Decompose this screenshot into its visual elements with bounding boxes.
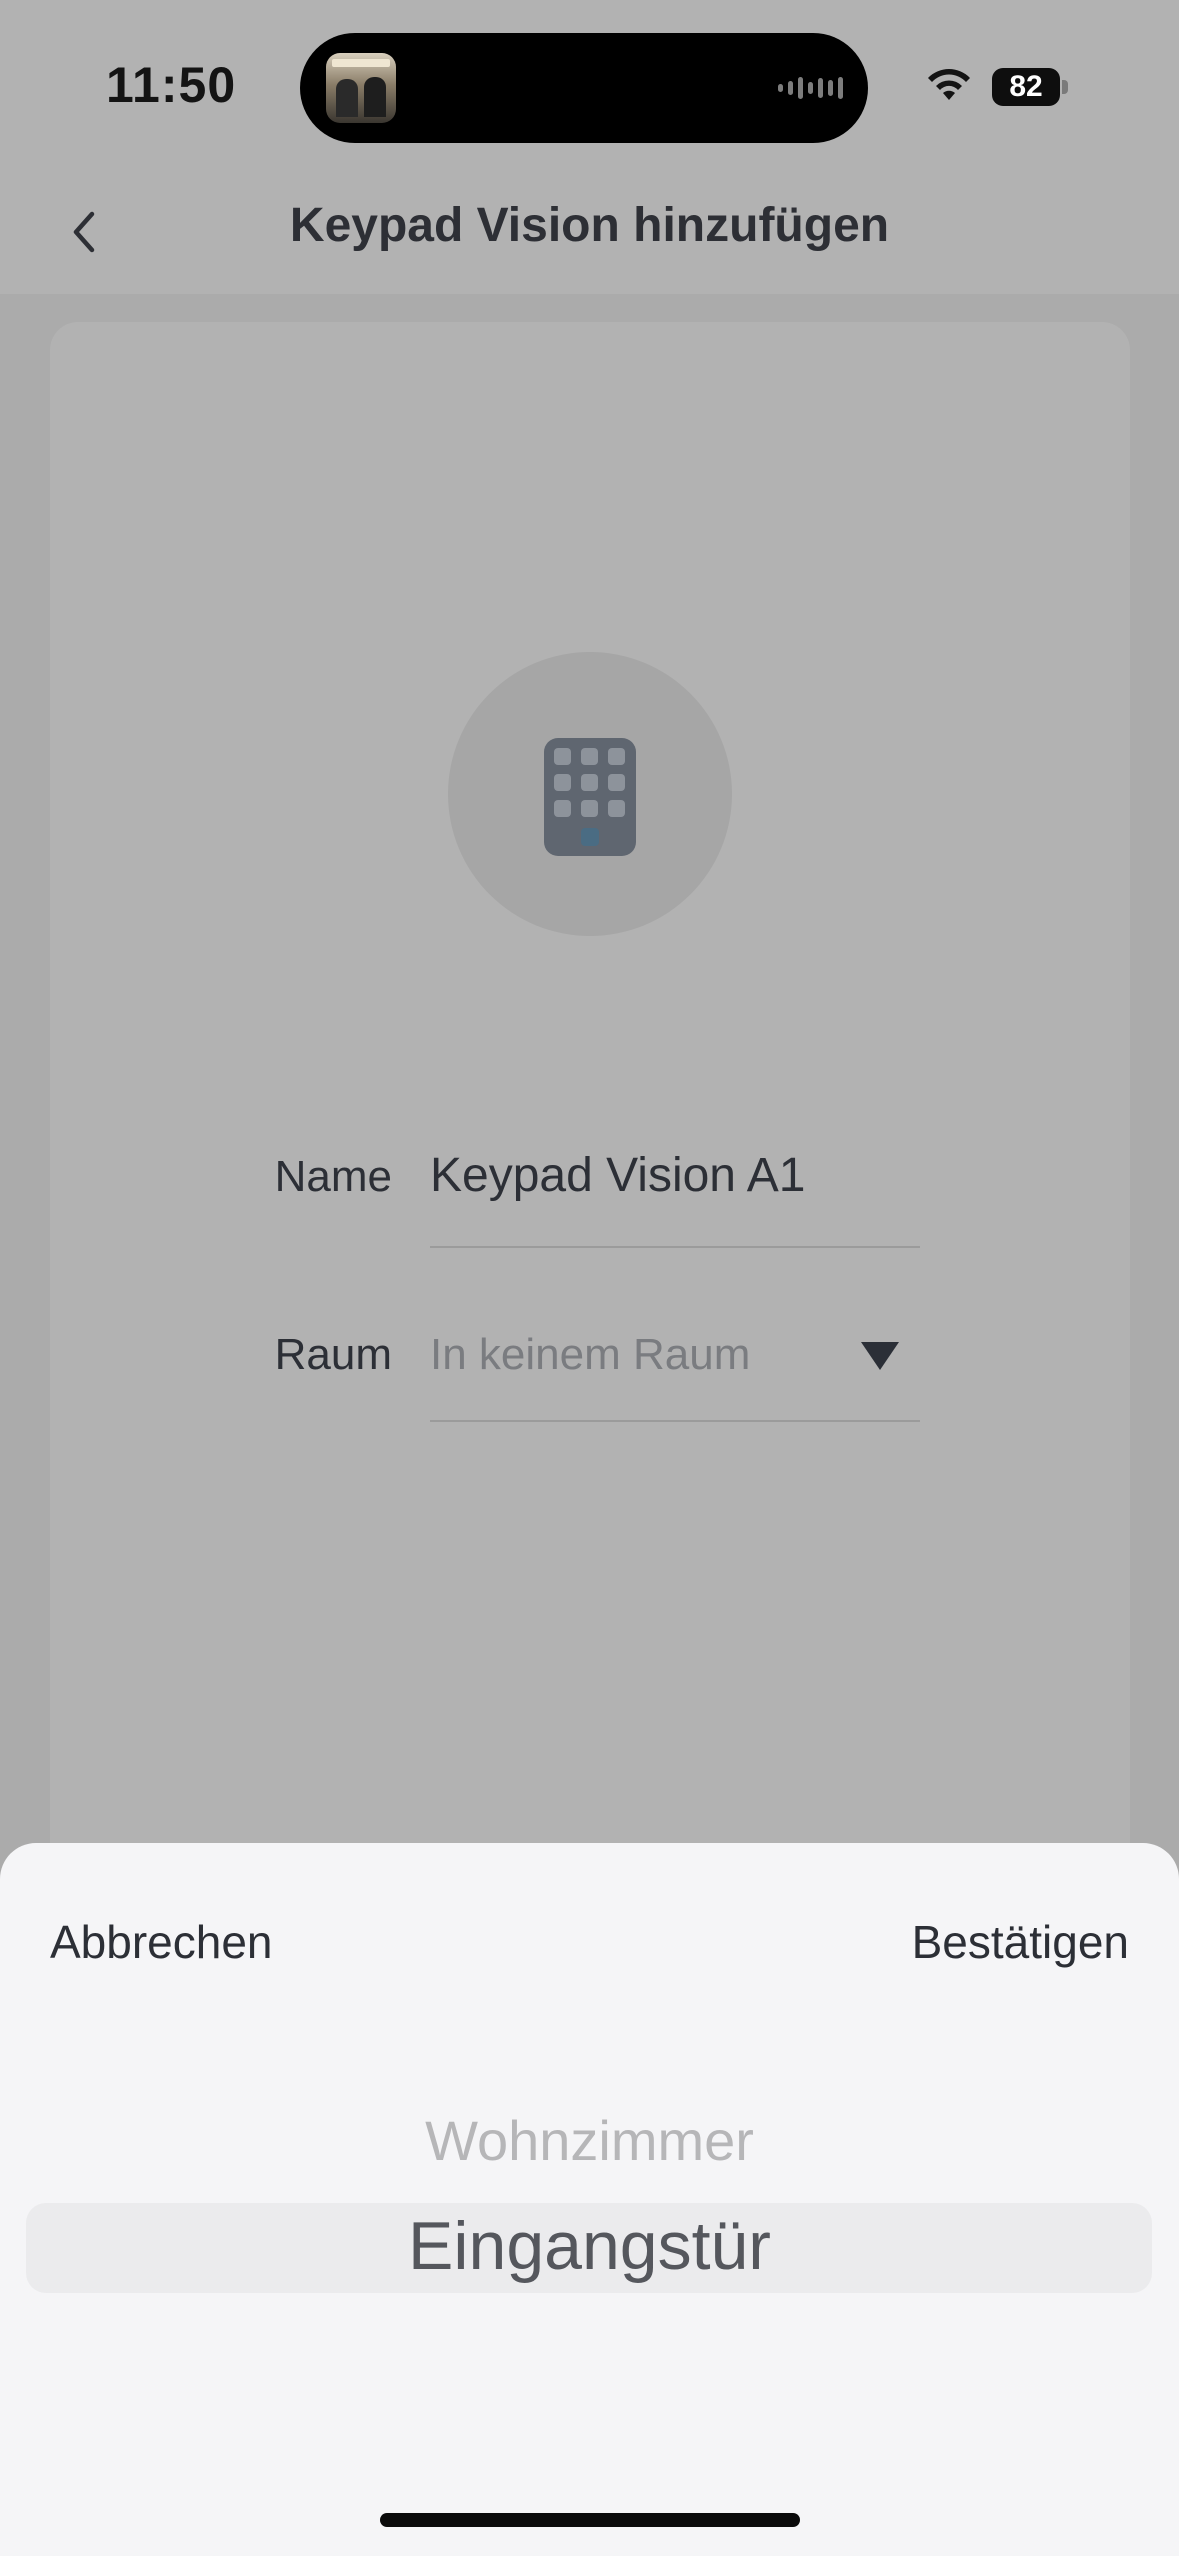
wifi-icon — [928, 69, 970, 100]
picker-option-selected[interactable]: Eingangstür — [0, 2207, 1179, 2285]
cancel-button[interactable]: Abbrechen — [50, 1915, 273, 1969]
device-icon-circle — [448, 652, 732, 936]
room-label: Raum — [274, 1330, 392, 1379]
navigation-bar: Keypad Vision hinzufügen — [0, 170, 1179, 294]
picker-option[interactable]: Wohnzimmer — [0, 2108, 1179, 2173]
battery-tip — [1062, 80, 1068, 94]
name-input[interactable]: Keypad Vision A1 — [430, 1148, 805, 1203]
status-time: 11:50 — [106, 57, 237, 113]
room-picker-sheet: Abbrechen Bestätigen Wohnzimmer Eingangs… — [0, 1843, 1179, 2556]
triangle-down-icon[interactable] — [861, 1342, 899, 1370]
name-label: Name — [274, 1152, 392, 1201]
home-indicator[interactable] — [380, 2513, 800, 2527]
confirm-button[interactable]: Bestätigen — [912, 1915, 1129, 1969]
status-bar: 11:50 82 — [0, 0, 1179, 170]
room-underline — [430, 1420, 920, 1422]
page-title: Keypad Vision hinzufügen — [289, 199, 890, 252]
audio-waveform-icon — [778, 75, 843, 101]
keypad-icon — [544, 738, 636, 856]
dynamic-island[interactable] — [300, 33, 868, 143]
name-underline — [430, 1246, 920, 1248]
room-select[interactable]: In keinem Raum — [430, 1330, 750, 1380]
battery-icon: 82 — [992, 68, 1060, 106]
album-art-icon — [326, 53, 396, 123]
